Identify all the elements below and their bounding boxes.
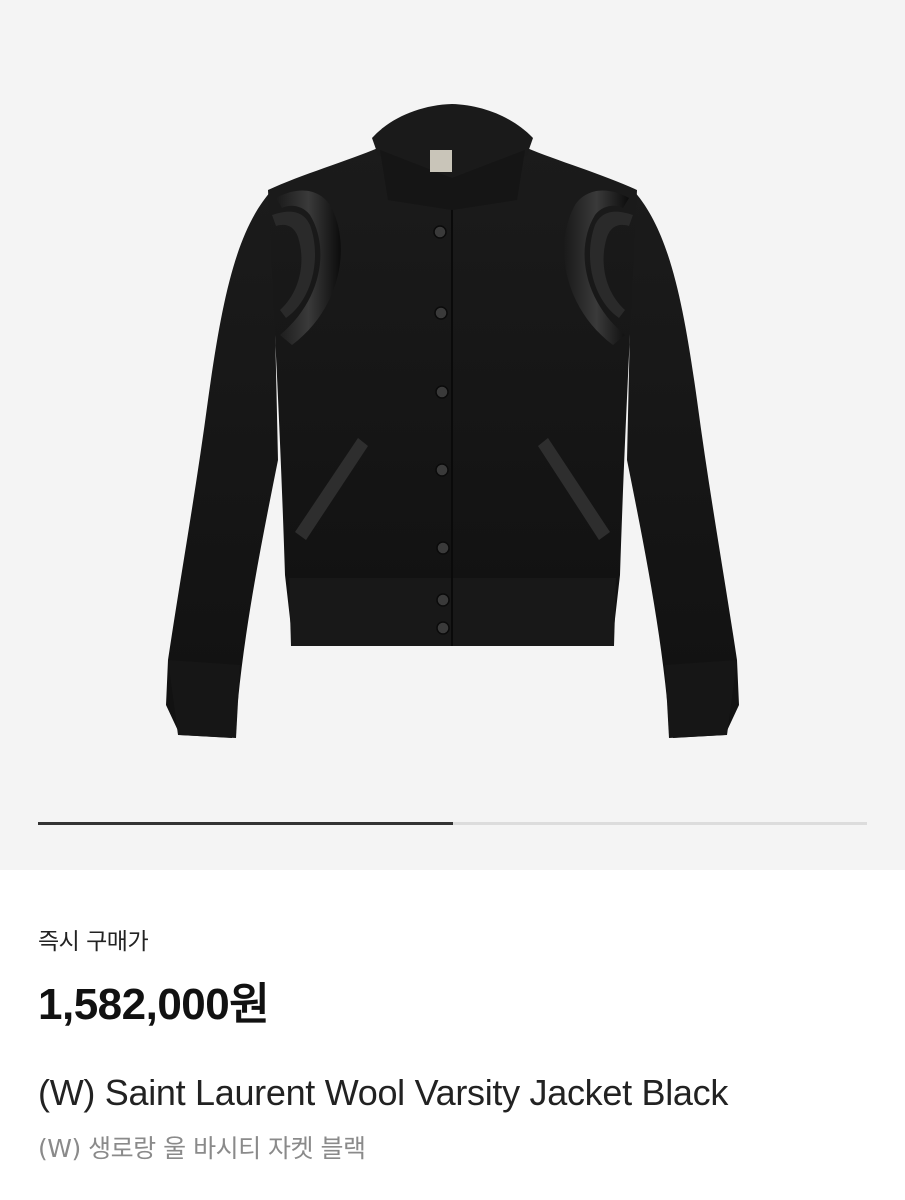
product-title-ko: (W) 생로랑 울 바시티 자켓 블랙 <box>38 1134 366 1163</box>
jacket-collar <box>372 104 533 210</box>
image-carousel-progress <box>38 822 867 825</box>
price-label: 즉시 구매가 <box>38 929 149 955</box>
product-info: 즉시 구매가 1,582,000원 (W) Saint Laurent Wool… <box>0 870 905 1200</box>
product-image-gallery[interactable] <box>0 0 905 870</box>
price-value: 1,582,000원 <box>38 980 270 1029</box>
product-title-en: (W) Saint Laurent Wool Varsity Jacket Bl… <box>38 1072 729 1113</box>
image-carousel-progress-fill <box>38 822 453 825</box>
product-image[interactable] <box>0 0 905 800</box>
